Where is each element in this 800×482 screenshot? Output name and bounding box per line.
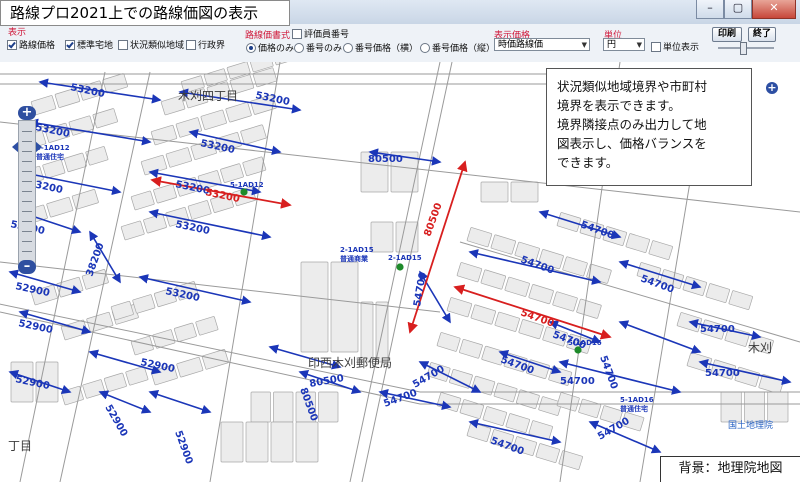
radio-price-only[interactable]: 価格のみ	[246, 41, 294, 54]
building	[330, 261, 359, 353]
building	[370, 221, 394, 253]
building	[318, 391, 339, 423]
building-block	[720, 391, 789, 423]
radio-icon[interactable]	[420, 42, 430, 53]
building	[743, 391, 766, 423]
info-callout: 状況類似地域境界や市町村 境界を表示できます。 境界隣接点のみ出力して地 図表示…	[546, 68, 752, 186]
route-price-label: 54700	[705, 368, 740, 379]
map-attribution: 背景：地理院地図	[660, 456, 800, 482]
standard-lot-marker	[574, 346, 582, 354]
window-title: 路線プロ2021上での路線価図の表示	[0, 0, 290, 26]
maximize-button[interactable]: ▢	[724, 0, 752, 19]
minimize-button[interactable]: –	[696, 0, 724, 19]
checkbox-icon[interactable]	[65, 39, 75, 50]
zoom-out-button[interactable]: –	[18, 260, 36, 274]
place-label: 木刈四丁目	[178, 89, 238, 103]
radio-number-only[interactable]: 番号のみ	[294, 41, 342, 54]
unit-select[interactable]: 円 ▼	[603, 38, 645, 51]
building	[360, 301, 374, 363]
chevron-down-icon: ▼	[636, 41, 642, 49]
checkbox-icon[interactable]	[651, 41, 661, 52]
chevron-down-icon: ▼	[581, 41, 587, 49]
callout-line: できます。	[557, 155, 619, 170]
building	[295, 421, 319, 463]
route-price-label: 54700	[700, 324, 735, 335]
route-price-label: 54700	[560, 376, 595, 387]
parcel-code: 5-1AD16	[620, 396, 654, 404]
check-standard-lot[interactable]: 標準宅地	[65, 38, 113, 51]
check-similar-area[interactable]: 状況類似地域	[118, 38, 184, 51]
callout-line: 状況類似地域境界や市町村	[557, 79, 708, 94]
parcel-code: 5-1AD12	[230, 181, 264, 189]
parcel-code: 5-1AD16	[568, 339, 602, 347]
check-admin-boundary[interactable]: 行政界	[186, 38, 225, 51]
print-button[interactable]: 印刷	[712, 27, 742, 42]
check-hyoukain[interactable]: 評価員番号	[292, 27, 349, 40]
building	[250, 391, 271, 423]
building	[767, 391, 789, 423]
parcel-type: 普通商業	[340, 254, 369, 263]
opacity-slider-thumb[interactable]	[740, 42, 747, 55]
building	[273, 391, 294, 423]
close-button[interactable]: ✕	[752, 0, 796, 19]
radio-number-price-v[interactable]: 番号価格（縦）	[420, 41, 495, 54]
checkbox-icon[interactable]	[186, 39, 196, 50]
window-controls: – ▢ ✕	[696, 0, 796, 19]
place-label: 木刈	[748, 341, 772, 355]
checkbox-icon[interactable]	[292, 28, 302, 39]
building	[480, 181, 509, 203]
radio-icon[interactable]	[294, 42, 304, 53]
zoom-in-button[interactable]: +	[18, 106, 36, 120]
place-label: 印西木刈郵便局	[308, 356, 392, 370]
format-group-label: 路線価書式	[245, 31, 291, 41]
building	[220, 421, 244, 463]
check-route-price[interactable]: 路線価格	[7, 38, 55, 51]
exit-button[interactable]: 終了	[748, 27, 776, 42]
app-window: 路線プロ2021上での路線価図の表示 – ▢ ✕ 表示 路線価格 標準宅地 状況…	[0, 0, 800, 482]
radio-icon[interactable]	[246, 42, 256, 53]
place-label: 丁目	[8, 439, 32, 453]
display-group-label: 表示	[8, 28, 27, 38]
check-unit-display[interactable]: 単位表示	[651, 40, 699, 53]
building	[720, 391, 742, 423]
checkbox-icon[interactable]	[7, 39, 17, 50]
building	[270, 421, 294, 463]
radio-icon[interactable]	[343, 42, 353, 53]
callout-line: 境界隣接点のみ出力して地	[557, 117, 707, 132]
toolbar: 表示 路線価格 標準宅地 状況類似地域 行政界 路線価書式 評価員番号 価格のみ…	[0, 24, 800, 63]
standard-lot-marker	[396, 263, 404, 271]
parcel-type: 普通住宅	[620, 404, 648, 413]
building	[510, 181, 539, 203]
expand-panel-icon[interactable]: +	[766, 82, 778, 94]
building	[300, 261, 329, 353]
building	[245, 421, 269, 463]
zoom-slider[interactable]	[18, 120, 36, 268]
callout-line: 図表示し、価格バランスを	[557, 136, 707, 151]
standard-lot-marker	[240, 188, 248, 196]
checkbox-icon[interactable]	[118, 39, 128, 50]
parcel-code: 2-1AD15	[340, 246, 374, 254]
place-label: 国土地理院	[728, 419, 773, 431]
route-price-label: 80500	[368, 154, 403, 165]
radio-number-price-h[interactable]: 番号価格（横）	[343, 41, 418, 54]
callout-line: 境界を表示できます。	[557, 98, 681, 113]
parcel-code: 2-1AD15	[388, 254, 422, 262]
price-select[interactable]: 時価路線価 ▼	[494, 38, 590, 51]
